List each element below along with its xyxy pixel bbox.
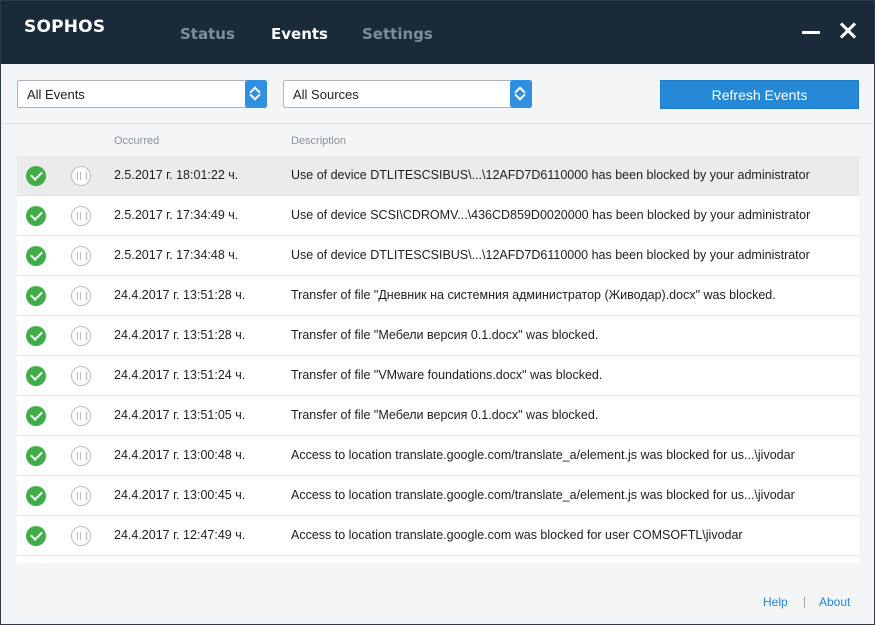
table-row[interactable]: 24.4.2017 г. 13:00:45 ч. Access to locati… (17, 476, 859, 516)
row-occurred: 24.4.2017 г. 13:51:24 ч. (114, 368, 246, 382)
select-spinner-icon (245, 80, 267, 108)
tab-events[interactable]: Events (271, 25, 328, 43)
device-control-icon (71, 446, 91, 466)
row-description: Transfer of file "Дневник на системния а… (291, 288, 776, 302)
device-control-icon (71, 486, 91, 506)
sources-filter-select[interactable]: All Sources (283, 80, 532, 108)
row-occurred: 24.4.2017 г. 13:51:28 ч. (114, 328, 246, 342)
row-occurred: 24.4.2017 г. 13:00:48 ч. (114, 448, 246, 462)
row-occurred: 24.4.2017 г. 13:00:45 ч. (114, 488, 246, 502)
row-description: Use of device DTLITESCSIBUS\...\12AFD7D6… (291, 168, 810, 182)
events-table: 2.5.2017 г. 18:01:22 ч. Use of device DTL… (17, 156, 859, 563)
select-spinner-icon (510, 80, 532, 108)
footer-separator: | (803, 594, 807, 608)
check-icon (26, 486, 46, 506)
check-icon (26, 286, 46, 306)
table-row[interactable]: 24.4.2017 г. 13:51:24 ч. Transfer of file… (17, 356, 859, 396)
row-occurred: 2.5.2017 г. 18:01:22 ч. (114, 168, 239, 182)
check-icon (26, 166, 46, 186)
check-icon (26, 326, 46, 346)
column-description[interactable]: Description (291, 135, 346, 147)
device-control-icon (71, 286, 91, 306)
table-row[interactable]: 24.4.2017 г. 13:51:28 ч. Transfer of file… (17, 276, 859, 316)
tab-settings[interactable]: Settings (362, 25, 433, 43)
table-row[interactable]: 24.4.2017 г. 13:00:48 ч. Access to locati… (17, 436, 859, 476)
device-control-icon (71, 526, 91, 546)
device-control-icon (71, 366, 91, 386)
minimize-icon[interactable] (800, 19, 822, 41)
close-icon[interactable] (837, 19, 859, 41)
device-control-icon (71, 166, 91, 186)
row-description: Access to location translate.google.com/… (291, 488, 795, 502)
check-icon (26, 246, 46, 266)
check-icon (26, 206, 46, 226)
sources-filter-value: All Sources (293, 87, 359, 102)
title-bar: SOPHOS Status Events Settings (1, 1, 874, 64)
refresh-events-button[interactable]: Refresh Events (660, 80, 859, 109)
events-filter-value: All Events (27, 87, 85, 102)
device-control-icon (71, 206, 91, 226)
row-occurred: 24.4.2017 г. 12:47:49 ч. (114, 528, 246, 542)
check-icon (26, 366, 46, 386)
column-occurred[interactable]: Occurred (114, 135, 159, 147)
row-description: Use of device DTLITESCSIBUS\...\12AFD7D6… (291, 248, 810, 262)
row-description: Access to location translate.google.com/… (291, 448, 795, 462)
row-occurred: 2.5.2017 г. 17:34:49 ч. (114, 208, 239, 222)
check-icon (26, 446, 46, 466)
app-window: SOPHOS Status Events Settings All Events… (0, 0, 875, 625)
row-description: Use of device SCSI\CDROMV...\436CD859D00… (291, 208, 811, 222)
row-description: Transfer of file "VMware foundations.doc… (291, 368, 603, 382)
table-row[interactable]: 2.5.2017 г. 17:34:49 ч. Use of device SCS… (17, 196, 859, 236)
sophos-logo: SOPHOS (24, 17, 106, 37)
table-row[interactable]: 24.4.2017 г. 12:47:49 ч. Access to locati… (17, 516, 859, 556)
check-icon (26, 406, 46, 426)
row-description: Access to location translate.google.com … (291, 528, 743, 542)
row-occurred: 24.4.2017 г. 13:51:05 ч. (114, 408, 246, 422)
device-control-icon (71, 246, 91, 266)
table-row[interactable]: 24.4.2017 г. 13:51:05 ч. Transfer of file… (17, 396, 859, 436)
device-control-icon (71, 326, 91, 346)
row-occurred: 2.5.2017 г. 17:34:48 ч. (114, 248, 239, 262)
table-row[interactable]: 24.4.2017 г. 13:51:28 ч. Transfer of file… (17, 316, 859, 356)
table-header: Occurred Description (1, 123, 874, 156)
about-link[interactable]: About (819, 595, 850, 609)
tab-status[interactable]: Status (180, 25, 235, 43)
table-row[interactable]: 2.5.2017 г. 17:34:48 ч. Use of device DTL… (17, 236, 859, 276)
row-description: Transfer of file "Мебели версия 0.1.docx… (291, 408, 599, 422)
table-row[interactable]: 2.5.2017 г. 18:01:22 ч. Use of device DTL… (17, 156, 859, 196)
check-icon (26, 526, 46, 546)
help-link[interactable]: Help (763, 595, 788, 609)
row-description: Transfer of file "Мебели версия 0.1.docx… (291, 328, 599, 342)
events-filter-select[interactable]: All Events (17, 80, 267, 108)
device-control-icon (71, 406, 91, 426)
row-occurred: 24.4.2017 г. 13:51:28 ч. (114, 288, 246, 302)
